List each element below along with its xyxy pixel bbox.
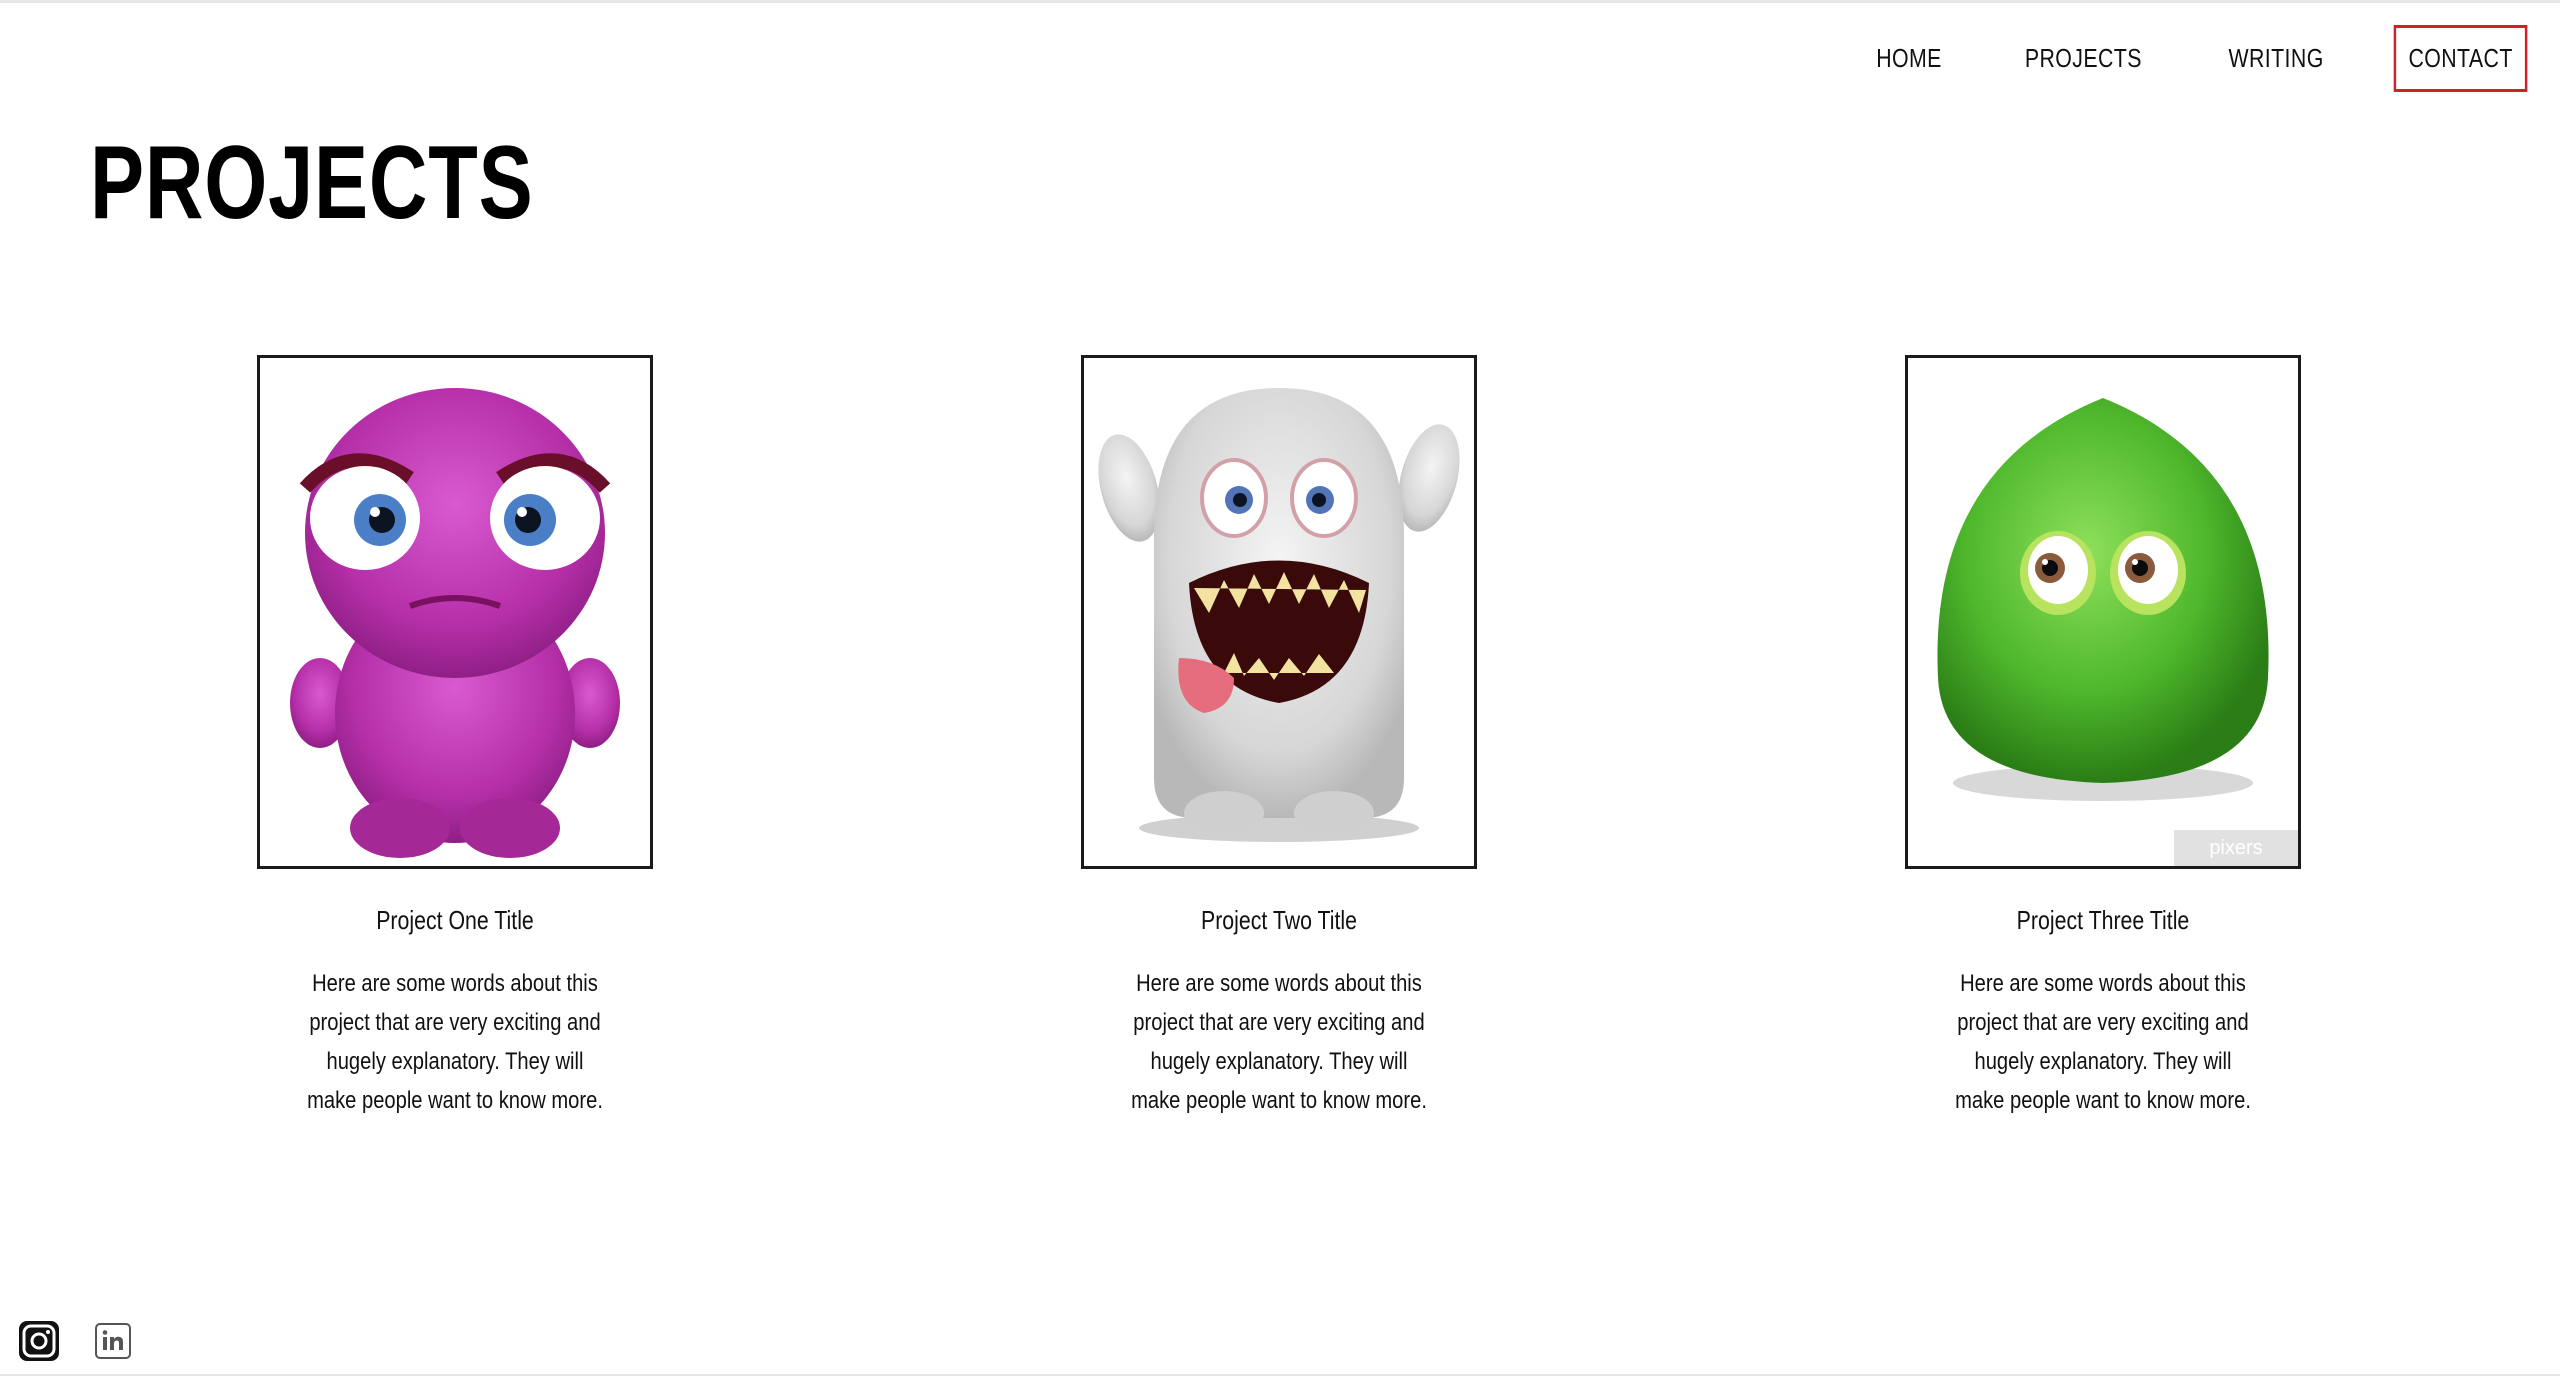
social-links xyxy=(16,1318,132,1364)
project-image-frame[interactable] xyxy=(1081,355,1477,869)
pink-monster-image xyxy=(290,388,620,858)
page: HOME PROJECTS WRITING CONTACT PROJECTS P… xyxy=(0,0,2560,1376)
project-card: Project Two Title Here are some words ab… xyxy=(1079,355,1479,1120)
project-title: Project One Title xyxy=(376,905,534,935)
image-watermark: pixers xyxy=(2174,830,2298,866)
nav-writing[interactable]: WRITING xyxy=(2213,25,2338,92)
project-description: Here are some words about this project t… xyxy=(1955,970,2251,1114)
project-card: Project One Title Here are some words ab… xyxy=(255,355,655,1120)
project-card: pixers Project Three Title Here are some… xyxy=(1903,355,2303,1120)
green-monster-image xyxy=(1937,398,2269,801)
project-title: Project Three Title xyxy=(2016,905,2190,935)
project-image-frame[interactable]: pixers xyxy=(1905,355,2301,869)
project-description: Here are some words about this project t… xyxy=(1131,970,1427,1114)
linkedin-icon[interactable] xyxy=(94,1322,132,1360)
project-description: Here are some words about this project t… xyxy=(307,970,603,1114)
nav-contact[interactable]: CONTACT xyxy=(2393,25,2528,92)
main-nav: HOME PROJECTS WRITING CONTACT xyxy=(1824,25,2542,92)
project-image-frame[interactable] xyxy=(257,355,653,869)
nav-home[interactable]: HOME xyxy=(1861,25,1956,92)
nav-projects[interactable]: PROJECTS xyxy=(2010,25,2157,92)
project-title: Project Two Title xyxy=(1200,905,1358,935)
page-title: PROJECTS xyxy=(90,125,534,241)
white-monster-image xyxy=(1098,388,1460,842)
instagram-icon[interactable] xyxy=(16,1318,62,1364)
